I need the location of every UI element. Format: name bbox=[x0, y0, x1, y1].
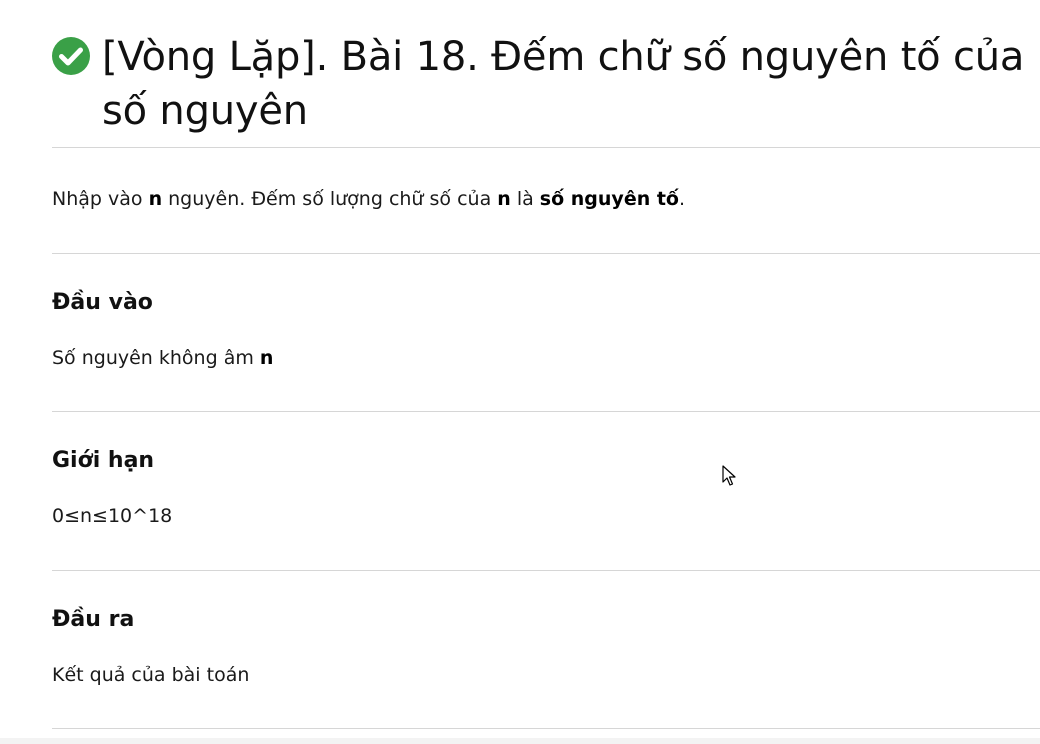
divider bbox=[52, 570, 1040, 571]
constraints-text: 0≤n≤10^18 bbox=[52, 505, 173, 527]
problem-page: [Vòng Lặp]. Bài 18. Đếm chữ số nguyên tố… bbox=[52, 0, 1040, 744]
constraints-heading: Giới hạn bbox=[52, 448, 155, 473]
input-heading: Đầu vào bbox=[52, 290, 153, 315]
divider bbox=[52, 728, 1040, 729]
input-description: Số nguyên không âm n bbox=[52, 345, 273, 371]
output-heading: Đầu ra bbox=[52, 607, 135, 632]
divider bbox=[52, 411, 1040, 412]
check-circle-icon bbox=[52, 37, 90, 75]
input-text: Số nguyên không âm bbox=[52, 347, 260, 369]
variable-n: n bbox=[259, 347, 274, 369]
bottom-strip bbox=[0, 738, 1040, 744]
description-text: Nhập vào bbox=[52, 188, 149, 210]
description-text: là bbox=[510, 188, 540, 210]
emphasis-text: số nguyên tố bbox=[539, 188, 679, 210]
output-text: Kết quả của bài toán bbox=[52, 664, 250, 686]
variable-n: n bbox=[497, 188, 511, 210]
title-row: [Vòng Lặp]. Bài 18. Đếm chữ số nguyên tố… bbox=[52, 30, 1040, 140]
variable-n: n bbox=[148, 188, 163, 210]
divider bbox=[52, 147, 1040, 148]
mouse-pointer-icon bbox=[722, 465, 736, 486]
divider bbox=[52, 253, 1040, 254]
description-text: . bbox=[678, 188, 686, 210]
page-title: [Vòng Lặp]. Bài 18. Đếm chữ số nguyên tố… bbox=[102, 34, 1025, 134]
description-text: nguyên. Đếm số lượng chữ số của bbox=[162, 188, 498, 210]
problem-description: Nhập vào n nguyên. Đếm số lượng chữ số c… bbox=[52, 186, 685, 212]
